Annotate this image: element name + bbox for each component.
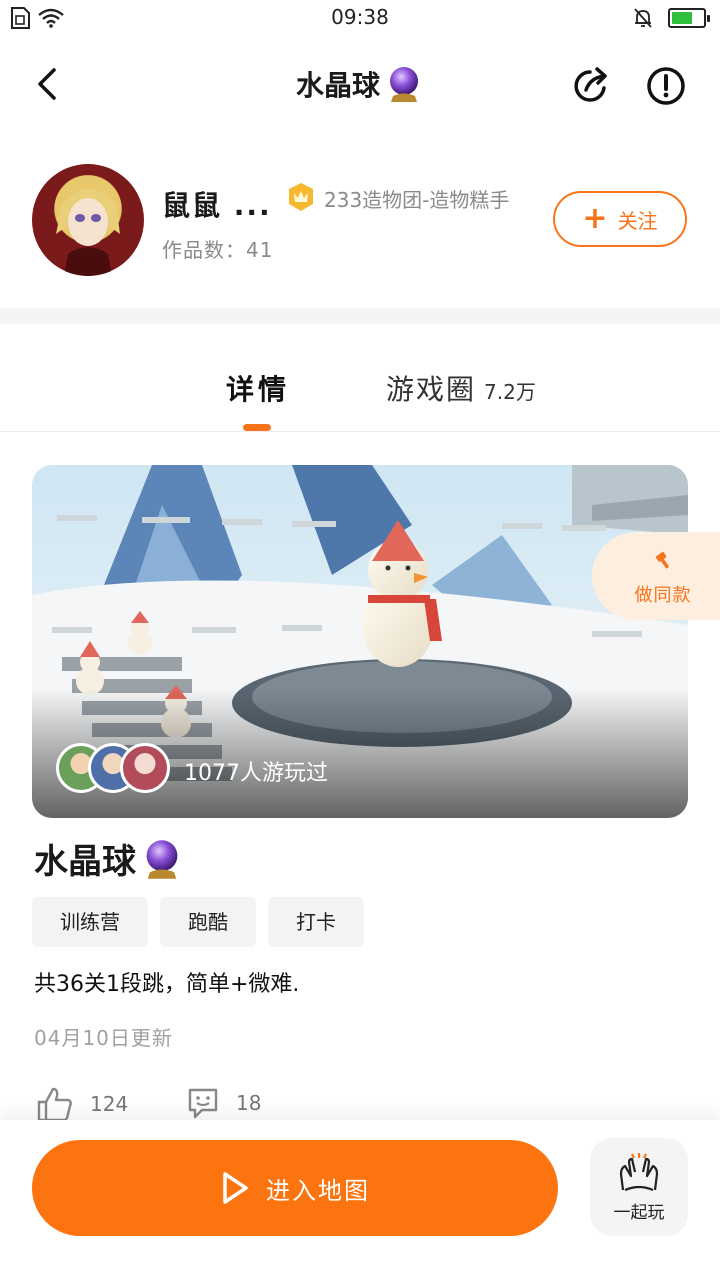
crystal-ball-icon xyxy=(390,67,418,102)
nav-bar: 水晶球 xyxy=(0,50,720,120)
play-icon xyxy=(223,1172,248,1204)
tab-active-indicator xyxy=(243,424,271,431)
author-section: 鼠鼠 ... 作品数：41 233造物团-造物糕手 + 关注 xyxy=(0,150,720,290)
make-same-label: 做同款 xyxy=(634,585,692,606)
mute-bell-icon xyxy=(634,8,652,28)
game-title-text: 水晶球 xyxy=(34,842,136,882)
status-bar: 09:38 xyxy=(0,0,720,36)
comment-icon xyxy=(188,1088,218,1119)
play-together-label: 一起玩 xyxy=(613,1202,665,1223)
crystal-ball-icon xyxy=(146,839,178,879)
author-name[interactable]: 鼠鼠 ... xyxy=(162,184,272,224)
hammer-icon xyxy=(655,551,669,569)
tab-bar: 详情 游戏圈 7.2万 xyxy=(0,324,720,432)
status-right xyxy=(632,7,710,29)
comment-stat[interactable]: 18 xyxy=(186,1086,261,1120)
stats-row: 124 18 xyxy=(0,1080,720,1122)
avatar-figure xyxy=(56,189,120,276)
enter-map-label: 进入地图 xyxy=(266,1176,370,1205)
game-tags: 训练营 跑酷 打卡 xyxy=(32,897,364,947)
plus-icon: + xyxy=(582,201,608,236)
battery-level xyxy=(672,12,692,24)
status-time: 09:38 xyxy=(331,5,389,29)
like-count: 124 xyxy=(90,1092,129,1116)
make-same-button[interactable]: 做同款 xyxy=(592,532,720,620)
battery-icon xyxy=(668,8,710,28)
game-cover-image[interactable]: 1077人游玩过 xyxy=(32,465,688,818)
tag-training[interactable]: 训练营 xyxy=(32,897,148,947)
player-avatars xyxy=(56,743,170,793)
game-title: 水晶球 xyxy=(34,834,184,883)
share-icon[interactable] xyxy=(570,64,614,108)
creator-badge-text: 233造物团-造物糕手 xyxy=(324,188,510,212)
game-description: 共36关1段跳，简单+微难. xyxy=(34,972,300,997)
played-count: 1077人游玩过 xyxy=(184,761,328,786)
tag-checkin[interactable]: 打卡 xyxy=(268,897,364,947)
tab-game-circle[interactable]: 游戏圈 7.2万 xyxy=(386,368,536,408)
follow-button[interactable]: + 关注 xyxy=(553,191,687,247)
tag-parkour[interactable]: 跑酷 xyxy=(160,897,256,947)
comment-count: 18 xyxy=(236,1091,262,1115)
page-title-text: 水晶球 xyxy=(295,69,380,102)
player-avatar xyxy=(120,743,170,793)
tab-game-circle-count: 7.2万 xyxy=(484,380,536,404)
follow-label: 关注 xyxy=(617,208,658,233)
thumbs-up-icon xyxy=(37,1087,72,1122)
section-divider xyxy=(0,308,720,324)
tab-detail[interactable]: 详情 xyxy=(226,368,290,408)
bottom-bar: 进入地图 一起玩 xyxy=(0,1120,720,1280)
tab-game-circle-label: 游戏圈 xyxy=(386,373,477,406)
play-together-button[interactable]: 一起玩 xyxy=(590,1138,688,1236)
high-five-icon xyxy=(619,1152,659,1191)
like-stat[interactable]: 124 xyxy=(36,1086,128,1122)
enter-map-button[interactable]: 进入地图 xyxy=(32,1140,558,1236)
author-works-count: 作品数：41 xyxy=(162,238,274,262)
update-date: 04月10日更新 xyxy=(34,1026,173,1050)
report-icon[interactable] xyxy=(644,64,688,108)
creator-badge-icon xyxy=(289,183,313,211)
author-avatar[interactable] xyxy=(32,164,144,276)
